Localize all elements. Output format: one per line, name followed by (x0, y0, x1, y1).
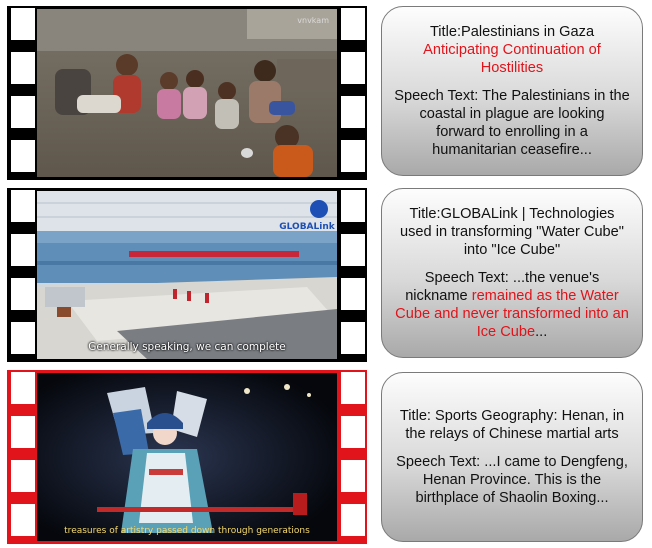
caption-title-text: Title:Palestinians in Gaza (429, 24, 595, 40)
caption-speech: Speech Text: ...the venue's nickname rem… (394, 269, 630, 341)
sprocket-hole (341, 372, 365, 404)
watermark-text: vnvkam (297, 16, 329, 25)
filmstrip-frame-2: GLOBALink Generally speaking, we can com… (7, 188, 367, 362)
caption-title: Title:GLOBALink | Technologies used in t… (394, 205, 630, 259)
caption-title-text: Title: Sports Geography: Henan, in the r… (399, 408, 625, 442)
caption-title-text: Title:GLOBALink | Technologies used in t… (400, 206, 624, 258)
sprocket-hole (11, 140, 35, 172)
sprocket-column-left (7, 6, 37, 180)
sprocket-hole (341, 460, 365, 492)
caption-title: Title:Palestinians in Gaza Anticipating … (394, 23, 630, 77)
video-subtitle: treasures of artistry passed down throug… (64, 526, 310, 536)
sprocket-hole (341, 190, 365, 222)
video-frame-water-cube-arena: GLOBALink Generally speaking, we can com… (37, 191, 337, 359)
sprocket-hole (11, 234, 35, 266)
sprocket-hole (11, 372, 35, 404)
caption-card-1: Title:Palestinians in Gaza Anticipating … (381, 6, 643, 176)
sprocket-hole (11, 52, 35, 84)
sprocket-column-right (337, 6, 367, 180)
sprocket-hole (341, 52, 365, 84)
caption-speech: Speech Text: ...I came to Dengfeng, Hena… (394, 453, 630, 507)
caption-title: Title: Sports Geography: Henan, in the r… (394, 407, 630, 443)
sprocket-hole (341, 8, 365, 40)
sprocket-hole (11, 8, 35, 40)
sprocket-hole (341, 140, 365, 172)
sprocket-hole (341, 278, 365, 310)
sprocket-hole (341, 504, 365, 536)
filmstrip-frame-1: vnvkam (7, 6, 367, 180)
sprocket-column-right (337, 188, 367, 362)
sprocket-hole (341, 234, 365, 266)
caption-title-highlight: Anticipating Continuation of Hostilities (423, 42, 601, 76)
sprocket-hole (341, 416, 365, 448)
caption-card-3: Title: Sports Geography: Henan, in the r… (381, 372, 643, 542)
sprocket-hole (11, 278, 35, 310)
sprocket-hole (11, 190, 35, 222)
sprocket-column-right (337, 370, 367, 544)
globalink-logo-text: GLOBALink (279, 222, 336, 232)
sprocket-hole (11, 96, 35, 128)
sprocket-hole (11, 322, 35, 354)
filmstrip-frame-3: treasures of artistry passed down throug… (7, 370, 367, 544)
caption-speech: Speech Text: The Palestinians in the coa… (394, 87, 630, 159)
sprocket-hole (11, 416, 35, 448)
video-frame-opera-performer: treasures of artistry passed down throug… (37, 373, 337, 541)
sprocket-hole (11, 504, 35, 536)
video-subtitle: Generally speaking, we can complete (88, 341, 286, 353)
sprocket-hole (341, 96, 365, 128)
sprocket-hole (11, 460, 35, 492)
caption-speech-suffix: ... (535, 324, 548, 340)
caption-card-2: Title:GLOBALink | Technologies used in t… (381, 188, 643, 358)
sprocket-column-left (7, 188, 37, 362)
caption-speech-text: Speech Text: The Palestinians in the coa… (394, 88, 630, 158)
caption-speech-text: Speech Text: ...I came to Dengfeng, Hena… (396, 454, 628, 506)
video-frame-gaza-children: vnvkam (37, 9, 337, 177)
sprocket-hole (341, 322, 365, 354)
sprocket-column-left (7, 370, 37, 544)
